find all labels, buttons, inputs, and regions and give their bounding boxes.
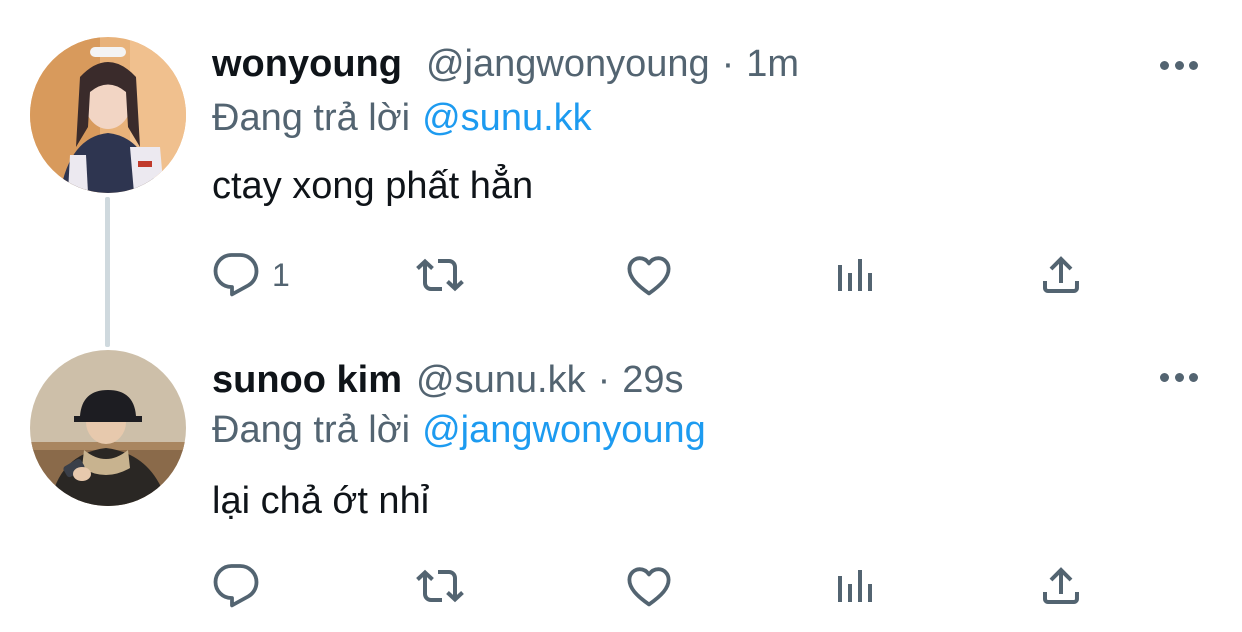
tweet[interactable]: wonyoung @jangwonyoung · 1m Đang trả lời… (0, 0, 1242, 347)
more-icon[interactable] (1160, 371, 1198, 383)
retweet-button[interactable] (416, 245, 464, 305)
action-bar (0, 556, 1242, 616)
retweet-icon (416, 569, 464, 603)
reply-icon (213, 253, 259, 297)
timestamp[interactable]: 1m (746, 36, 799, 92)
timestamp[interactable]: 29s (622, 352, 683, 408)
avatar-photo (30, 37, 186, 193)
share-icon (1043, 256, 1079, 293)
retweet-button[interactable] (416, 556, 464, 616)
tweet-header: wonyoung @jangwonyoung · 1m (212, 36, 799, 92)
share-icon (1043, 567, 1079, 604)
retweet-icon (416, 258, 464, 292)
like-button[interactable] (625, 556, 673, 616)
reply-button[interactable] (212, 556, 272, 616)
replying-to-link[interactable]: @jangwonyoung (422, 409, 706, 451)
reply-icon (213, 564, 259, 608)
replying-to: Đang trả lời @sunu.kk (212, 92, 592, 144)
handle[interactable]: @jangwonyoung (426, 36, 710, 92)
avatar[interactable] (30, 350, 186, 506)
tweet-text: ctay xong phất hẳn (212, 165, 534, 207)
tweet[interactable]: sunoo kim @sunu.kk · 29s Đang trả lời @ja… (0, 330, 1242, 632)
avatar-photo (30, 350, 186, 506)
reply-count: 1 (272, 256, 290, 293)
replying-to-label: Đang trả lời (212, 409, 411, 451)
avatar[interactable] (30, 37, 186, 193)
like-button[interactable] (625, 245, 673, 305)
views-icon (838, 570, 872, 602)
action-bar: 1 (0, 245, 1242, 305)
like-icon (627, 256, 671, 296)
tweet-text: lại chả ớt nhỉ (212, 480, 430, 522)
views-button[interactable] (832, 556, 880, 616)
share-button[interactable] (1037, 556, 1085, 616)
replying-to-label: Đang trả lời (212, 97, 411, 139)
views-button[interactable] (832, 245, 880, 305)
separator: · (597, 359, 611, 401)
like-icon (627, 567, 671, 607)
display-name[interactable]: sunoo kim (212, 352, 402, 408)
tweet-header: sunoo kim @sunu.kk · 29s (212, 352, 684, 408)
display-name[interactable]: wonyoung (212, 36, 402, 92)
replying-to-link[interactable]: @sunu.kk (422, 97, 592, 139)
more-icon[interactable] (1160, 59, 1198, 71)
share-button[interactable] (1037, 245, 1085, 305)
replying-to: Đang trả lời @jangwonyoung (212, 404, 706, 456)
views-icon (838, 259, 872, 291)
separator: · (721, 43, 735, 85)
handle[interactable]: @sunu.kk (416, 352, 586, 408)
reply-button[interactable]: 1 (212, 245, 290, 305)
